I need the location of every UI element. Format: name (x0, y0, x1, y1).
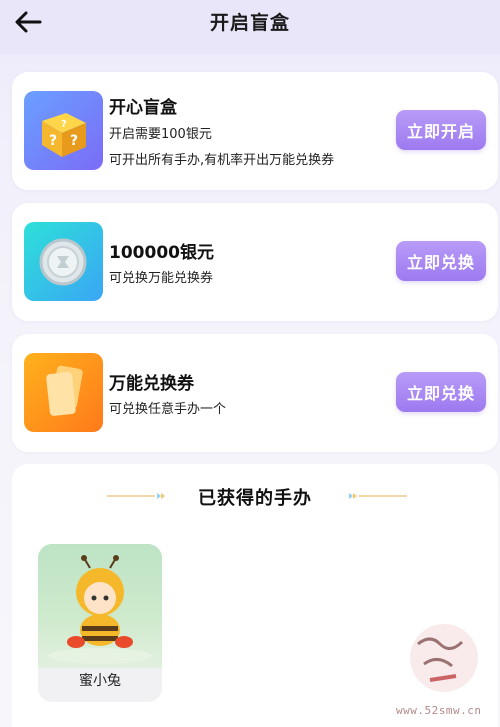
card-subtitle: 可兑换万能兑换券 (109, 271, 214, 286)
top-bar: 开启盲盒 (0, 0, 500, 54)
watermark-url: www.52smw.cn (396, 704, 482, 717)
decoration-line-icon (349, 493, 407, 499)
card-title: 开心盲盒 (109, 98, 177, 118)
card-subtitle: 可兑换任意手办一个 (109, 402, 227, 417)
exchange-button[interactable]: 立即兑换 (396, 241, 486, 281)
open-box-button[interactable]: 立即开启 (396, 110, 486, 150)
bee-figure-image (38, 544, 162, 668)
svg-text:?: ? (49, 133, 57, 149)
figure-item[interactable]: 蜜小兔 (38, 544, 162, 702)
exchange-button[interactable]: 立即兑换 (396, 372, 486, 412)
blind-box-card: ? ? ? 开心盲盒 开启需要100银元 可开出所有手办,有机率开出万能兑换券 … (12, 72, 498, 190)
page-title: 开启盲盒 (209, 12, 290, 34)
voucher-icon (24, 353, 103, 432)
svg-text:?: ? (70, 133, 78, 149)
silver-coin-icon (24, 222, 103, 301)
card-title: 万能兑换券 (109, 374, 194, 394)
silver-exchange-card: 100000银元 可兑换万能兑换券 立即兑换 (12, 203, 498, 321)
section-title: 已获得的手办 (198, 488, 312, 509)
svg-text:?: ? (61, 119, 67, 130)
card-description: 可开出所有手办,有机率开出万能兑换券 (109, 153, 335, 168)
mystery-box-icon: ? ? ? (24, 91, 103, 170)
card-title: 100000银元 (109, 243, 214, 263)
voucher-card: 万能兑换券 可兑换任意手办一个 立即兑换 (12, 334, 498, 452)
figure-name: 蜜小兔 (79, 673, 121, 689)
watermark-logo (410, 624, 478, 692)
card-subtitle: 开启需要100银元 (109, 127, 212, 142)
